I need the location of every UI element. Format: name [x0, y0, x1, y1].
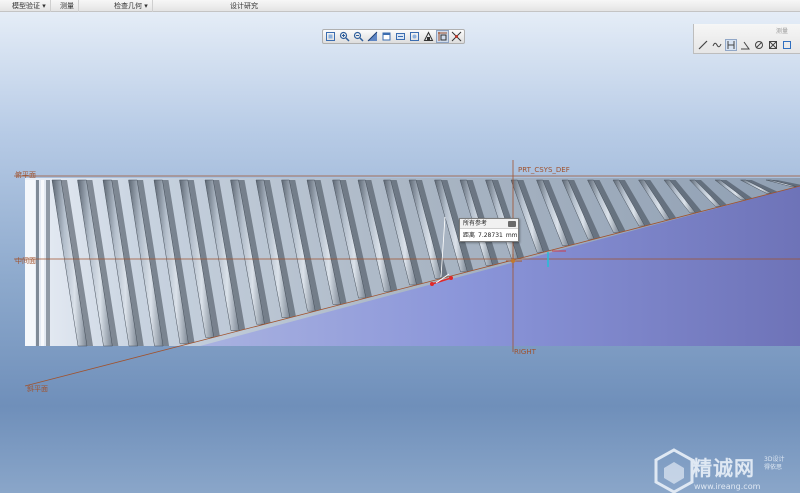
- spin-center-icon[interactable]: [450, 30, 463, 43]
- palette-title: 测量: [775, 28, 788, 35]
- watermark: 精诚网 3D设计 得依思 www.ireang.com: [652, 444, 800, 493]
- ribbon-group-design-study[interactable]: 设计研究: [226, 0, 262, 12]
- datum-label-slant[interactable]: 斜平面: [27, 384, 48, 394]
- watermark-side: 3D设计 得依思: [764, 456, 784, 472]
- distance-icon[interactable]: [725, 39, 737, 51]
- watermark-brand: 精诚网: [692, 456, 755, 480]
- pencil-icon[interactable]: [697, 39, 709, 51]
- datum-label-right[interactable]: RIGHT: [514, 348, 536, 356]
- ribbon-group-model-verify[interactable]: 模型验证 ▾: [8, 0, 51, 12]
- perspective-icon[interactable]: [422, 30, 435, 43]
- datum-label-middle[interactable]: 中间面: [15, 256, 36, 266]
- ribbon-group-inspect-geometry[interactable]: 检查几何 ▾: [110, 0, 153, 12]
- ribbon-group-measure[interactable]: 测量: [56, 0, 79, 12]
- datum-label-top[interactable]: 俯平面: [15, 170, 36, 180]
- summary-icon[interactable]: [781, 39, 793, 51]
- watermark-url: www.ireang.com: [694, 482, 761, 491]
- diameter-icon[interactable]: [753, 39, 765, 51]
- watermark-cube-icon: [654, 448, 694, 493]
- curve-icon[interactable]: [711, 39, 723, 51]
- graphics-viewport[interactable]: 俯平面 中间面 斜平面 PRT_CSYS_DEF RIGHT 所有参考 距离 7.…: [0, 12, 800, 493]
- transform-icon[interactable]: [767, 39, 779, 51]
- callout-body: 距离 7.28731 mm: [463, 231, 521, 241]
- graphics-toolbar: [322, 29, 465, 44]
- saved-orientation-icon[interactable]: [394, 30, 407, 43]
- callout-unit: mm: [505, 232, 518, 239]
- gear-model-graphics: [14, 160, 800, 387]
- measure-palette: 测量: [693, 24, 800, 54]
- refit-icon[interactable]: [324, 30, 337, 43]
- display-style-icon[interactable]: [380, 30, 393, 43]
- callout-value: 7.28731: [478, 232, 503, 239]
- zoom-out-icon[interactable]: [352, 30, 365, 43]
- view-manager-icon[interactable]: [408, 30, 421, 43]
- datum-label-csys[interactable]: PRT_CSYS_DEF: [518, 166, 570, 174]
- watermark-side-bottom: 得依思: [764, 464, 783, 471]
- measure-callout[interactable]: 所有参考 距离 7.28731 mm: [459, 218, 519, 242]
- angle-icon[interactable]: [739, 39, 751, 51]
- ribbon-bar: 模型验证 ▾ 测量 检查几何 ▾ 设计研究: [0, 0, 800, 12]
- datum-display-icon[interactable]: [436, 30, 449, 43]
- watermark-side-top: 3D设计: [764, 456, 785, 463]
- callout-label: 距离: [463, 232, 476, 239]
- zoom-in-icon[interactable]: [338, 30, 351, 43]
- callout-collapse-icon[interactable]: [508, 221, 516, 227]
- repaint-icon[interactable]: [366, 30, 379, 43]
